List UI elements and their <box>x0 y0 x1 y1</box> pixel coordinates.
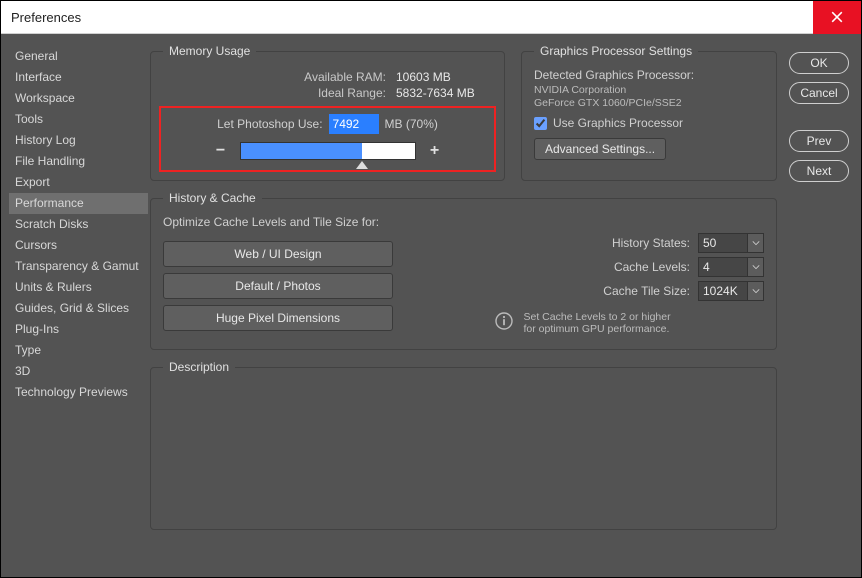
cache-tile-label: Cache Tile Size: <box>603 284 690 298</box>
sidebar-item-workspace[interactable]: Workspace <box>9 88 148 109</box>
memory-suffix: MB (70%) <box>385 117 438 131</box>
sidebar-item-type[interactable]: Type <box>9 340 148 361</box>
sidebar-item-units-rulers[interactable]: Units & Rulers <box>9 277 148 298</box>
history-states-label: History States: <box>612 236 690 250</box>
cache-tile-input[interactable] <box>698 281 748 301</box>
sidebar-item-interface[interactable]: Interface <box>9 67 148 88</box>
memory-amount-input[interactable]: 7492 <box>329 114 379 134</box>
gpu-settings-group: Graphics Processor Settings Detected Gra… <box>521 44 777 181</box>
sidebar-item-plug-ins[interactable]: Plug-Ins <box>9 319 148 340</box>
advanced-settings-button[interactable]: Advanced Settings... <box>534 138 666 160</box>
sidebar-item-performance[interactable]: Performance <box>9 193 148 214</box>
cancel-button[interactable]: Cancel <box>789 82 849 104</box>
use-gpu-checkbox[interactable] <box>534 117 547 130</box>
memory-usage-legend: Memory Usage <box>163 44 256 58</box>
cache-tile-dropdown[interactable] <box>748 281 764 301</box>
preset-web-button[interactable]: Web / UI Design <box>163 241 393 267</box>
memory-slider-fill <box>241 143 363 159</box>
window-close-button[interactable] <box>813 1 861 34</box>
use-gpu-label: Use Graphics Processor <box>553 116 683 130</box>
optimize-label: Optimize Cache Levels and Tile Size for: <box>163 215 393 229</box>
history-states-dropdown[interactable] <box>748 233 764 253</box>
memory-slider[interactable] <box>240 142 416 160</box>
memory-usage-group: Memory Usage Available RAM: 10603 MB Ide… <box>150 44 505 181</box>
category-sidebar: GeneralInterfaceWorkspaceToolsHistory Lo… <box>1 34 148 577</box>
preset-huge-button[interactable]: Huge Pixel Dimensions <box>163 305 393 331</box>
cache-levels-label: Cache Levels: <box>614 260 690 274</box>
close-icon <box>831 11 843 23</box>
sidebar-item-transparency-gamut[interactable]: Transparency & Gamut <box>9 256 148 277</box>
chevron-down-icon <box>752 239 760 247</box>
history-states-input[interactable] <box>698 233 748 253</box>
cache-levels-input[interactable] <box>698 257 748 277</box>
let-photoshop-use-label: Let Photoshop Use: <box>217 117 322 131</box>
gpu-settings-legend: Graphics Processor Settings <box>534 44 698 58</box>
window-title: Preferences <box>1 10 81 25</box>
gpu-vendor: NVIDIA Corporation <box>534 84 764 97</box>
detected-gpu-label: Detected Graphics Processor: <box>534 68 764 82</box>
sidebar-item-export[interactable]: Export <box>9 172 148 193</box>
chevron-down-icon <box>752 263 760 271</box>
next-button[interactable]: Next <box>789 160 849 182</box>
memory-minus-button[interactable]: − <box>214 144 228 158</box>
available-ram-label: Available RAM: <box>304 70 386 84</box>
sidebar-item-3d[interactable]: 3D <box>9 361 148 382</box>
preset-default-button[interactable]: Default / Photos <box>163 273 393 299</box>
history-cache-group: History & Cache Optimize Cache Levels an… <box>150 191 777 350</box>
description-legend: Description <box>163 360 235 374</box>
chevron-down-icon <box>752 287 760 295</box>
cache-levels-dropdown[interactable] <box>748 257 764 277</box>
info-text: Set Cache Levels to 2 or higher for opti… <box>524 311 684 335</box>
description-group: Description <box>150 360 777 530</box>
info-icon <box>494 311 514 334</box>
sidebar-item-scratch-disks[interactable]: Scratch Disks <box>9 214 148 235</box>
memory-plus-button[interactable]: + <box>428 144 442 158</box>
sidebar-item-file-handling[interactable]: File Handling <box>9 151 148 172</box>
preferences-window: Preferences GeneralInterfaceWorkspaceToo… <box>0 0 862 578</box>
memory-highlight-box: Let Photoshop Use: 7492 MB (70%) − <box>159 106 496 172</box>
gpu-device: GeForce GTX 1060/PCIe/SSE2 <box>534 97 764 110</box>
prev-button[interactable]: Prev <box>789 130 849 152</box>
titlebar: Preferences <box>1 1 861 34</box>
history-cache-legend: History & Cache <box>163 191 262 205</box>
ideal-range-value: 5832-7634 MB <box>396 86 492 100</box>
sidebar-item-general[interactable]: General <box>9 46 148 67</box>
sidebar-item-tools[interactable]: Tools <box>9 109 148 130</box>
sidebar-item-cursors[interactable]: Cursors <box>9 235 148 256</box>
sidebar-item-guides-grid-slices[interactable]: Guides, Grid & Slices <box>9 298 148 319</box>
sidebar-item-history-log[interactable]: History Log <box>9 130 148 151</box>
memory-slider-thumb[interactable] <box>356 161 368 169</box>
use-gpu-row[interactable]: Use Graphics Processor <box>534 116 764 130</box>
ok-button[interactable]: OK <box>789 52 849 74</box>
sidebar-item-technology-previews[interactable]: Technology Previews <box>9 382 148 403</box>
ideal-range-label: Ideal Range: <box>318 86 386 100</box>
available-ram-value: 10603 MB <box>396 70 492 84</box>
